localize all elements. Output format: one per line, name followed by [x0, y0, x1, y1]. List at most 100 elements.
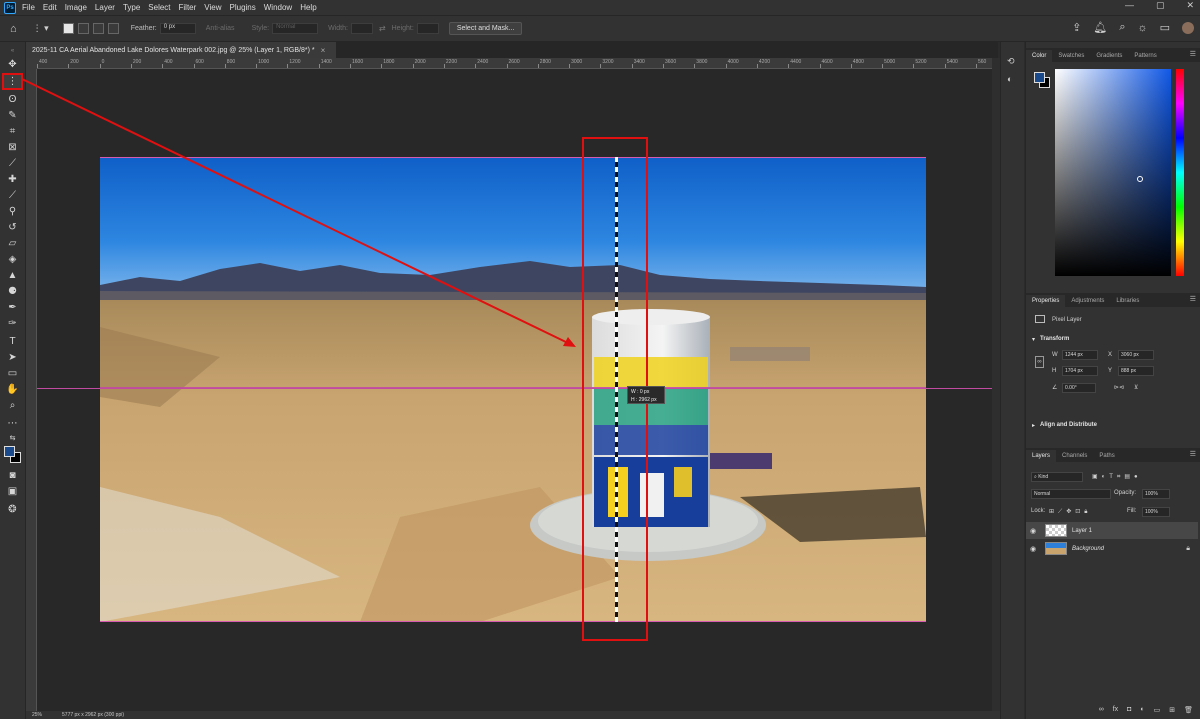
delete-layer-icon[interactable]: 🗑︎: [1184, 706, 1193, 718]
menu-view[interactable]: View: [204, 3, 221, 12]
collapse-icon[interactable]: «: [4, 44, 21, 58]
paint-bucket-tool-icon[interactable]: ◈: [4, 252, 21, 266]
adjustments-panel-icon[interactable]: ◐: [1007, 74, 1012, 84]
layer-row-layer-1[interactable]: ◉ Layer 1: [1026, 522, 1198, 539]
healing-brush-tool-icon[interactable]: ✚: [4, 172, 21, 186]
kind-filter-select[interactable]: ⌕ Kind: [1031, 472, 1083, 482]
layer-row-background[interactable]: ◉ Background 🔒︎: [1026, 540, 1198, 557]
history-brush-tool-icon[interactable]: ↺: [4, 220, 21, 234]
tab-swatches[interactable]: Swatches: [1052, 50, 1090, 62]
dodge-tool-icon[interactable]: ⚈: [4, 284, 21, 298]
pen-tool-icon[interactable]: ✒: [4, 300, 21, 314]
quick-mask-icon[interactable]: ◙: [4, 468, 21, 482]
bell-icon[interactable]: 🔔︎: [1093, 21, 1107, 34]
select-and-mask-button[interactable]: Select and Mask...: [448, 22, 523, 35]
more-tools-icon[interactable]: ⋯: [4, 416, 21, 430]
layers-panel-menu-icon[interactable]: ☰: [1190, 450, 1196, 458]
close-document-icon[interactable]: ×: [321, 46, 326, 55]
canvas-area[interactable]: W : 0 px H : 2962 px: [37, 69, 992, 711]
add-mask-icon[interactable]: ◘: [1127, 706, 1131, 718]
color-field[interactable]: [1055, 69, 1171, 276]
horizontal-guide[interactable]: [37, 388, 992, 389]
menu-type[interactable]: Type: [123, 3, 140, 12]
tab-layers[interactable]: Layers: [1026, 450, 1057, 462]
height-input[interactable]: [416, 23, 439, 34]
search-icon[interactable]: ⌕: [1119, 21, 1125, 34]
generative-icon[interactable]: ❂: [4, 502, 21, 516]
close-window-button[interactable]: ✕: [1186, 0, 1194, 11]
menu-plugins[interactable]: Plugins: [230, 3, 256, 12]
x-field[interactable]: 3060 px: [1118, 350, 1154, 360]
y-field[interactable]: 888 px: [1118, 366, 1154, 376]
adjustment-layer-icon[interactable]: ◐: [1140, 706, 1144, 718]
menu-help[interactable]: Help: [300, 3, 316, 12]
document-tab[interactable]: 2025-11 CA Aerial Abandoned Lake Dolores…: [26, 42, 336, 58]
clone-stamp-tool-icon[interactable]: ⚲: [4, 204, 21, 218]
crop-tool-icon[interactable]: ⌗: [4, 124, 21, 138]
lock-icons[interactable]: ⊞⟋✥⊡🔒︎: [1049, 508, 1091, 516]
menu-window[interactable]: Window: [264, 3, 292, 12]
foreground-color-swatch[interactable]: [4, 446, 15, 457]
minimize-button[interactable]: —: [1125, 0, 1134, 11]
subtract-selection-icon[interactable]: [92, 23, 104, 34]
tool-preset-icon[interactable]: ⋮ ▾: [33, 23, 49, 34]
flip-vertical-icon[interactable]: ⊻: [1134, 384, 1138, 391]
pen-tool-2-icon[interactable]: ✑: [4, 316, 21, 330]
tab-properties[interactable]: Properties: [1026, 295, 1066, 307]
tab-color[interactable]: Color: [1026, 50, 1053, 62]
discover-icon[interactable]: ☼: [1138, 22, 1148, 34]
tab-libraries[interactable]: Libraries: [1110, 295, 1145, 307]
hand-tool-icon[interactable]: ✋: [4, 382, 21, 396]
intersect-selection-icon[interactable]: [107, 23, 119, 34]
eraser-tool-icon[interactable]: ▱: [4, 236, 21, 250]
swap-icon[interactable]: ⇄: [379, 24, 386, 33]
frame-tool-icon[interactable]: ⊠: [4, 140, 21, 154]
brush-tool-icon[interactable]: ⟋: [4, 188, 21, 202]
tab-channels[interactable]: Channels: [1056, 450, 1093, 462]
vertical-ruler[interactable]: [26, 69, 37, 711]
document-image[interactable]: [100, 157, 926, 622]
tab-gradients[interactable]: Gradients: [1090, 50, 1128, 62]
fill-field[interactable]: 100%: [1142, 507, 1170, 517]
layer-name[interactable]: Background: [1072, 546, 1104, 552]
properties-panel-menu-icon[interactable]: ☰: [1190, 295, 1196, 303]
type-tool-icon[interactable]: T: [4, 334, 21, 348]
angle-field[interactable]: 0.00°: [1062, 383, 1096, 393]
new-layer-icon[interactable]: ⊞: [1169, 706, 1175, 718]
vertical-scrollbar[interactable]: [992, 58, 1000, 711]
history-panel-icon[interactable]: ⟲: [1007, 56, 1015, 67]
eyedropper-tool-icon[interactable]: ⟋: [4, 156, 21, 170]
share-icon[interactable]: ⇪: [1072, 21, 1081, 34]
menu-file[interactable]: File: [22, 3, 35, 12]
layer-name[interactable]: Layer 1: [1072, 528, 1092, 534]
zoom-level[interactable]: 25%: [32, 712, 42, 718]
fx-icon[interactable]: fx: [1113, 706, 1118, 718]
flip-horizontal-icon[interactable]: ⊳⊲: [1114, 384, 1124, 391]
tab-patterns[interactable]: Patterns: [1128, 50, 1162, 62]
screen-mode-icon[interactable]: ▣: [4, 484, 21, 498]
hue-slider[interactable]: [1176, 69, 1184, 276]
layer-filter-icons[interactable]: ▣◐T⌗▤●: [1092, 473, 1142, 481]
color-panel-menu-icon[interactable]: ☰: [1190, 50, 1196, 58]
panel-foreground-swatch[interactable]: [1034, 72, 1045, 83]
style-select[interactable]: Normal: [272, 23, 319, 34]
single-column-marquee-tool-icon[interactable]: ⋮: [2, 73, 23, 90]
transform-chevron-icon[interactable]: ▾: [1032, 336, 1035, 343]
align-distribute-label[interactable]: Align and Distribute: [1040, 422, 1097, 428]
visibility-eye-icon[interactable]: ◉: [1026, 545, 1040, 553]
menu-layer[interactable]: Layer: [95, 3, 115, 12]
tab-adjustments[interactable]: Adjustments: [1065, 295, 1110, 307]
menu-filter[interactable]: Filter: [179, 3, 197, 12]
link-icon[interactable]: ∞: [1035, 356, 1044, 368]
zoom-tool-icon[interactable]: ⌕: [4, 398, 21, 412]
horizontal-ruler[interactable]: 400 200 0 200 400 600 800 1000 1200 1400 1600 1800 2…: [37, 58, 992, 69]
blur-tool-icon[interactable]: ▲: [4, 268, 21, 282]
new-group-icon[interactable]: ▭: [1154, 706, 1161, 718]
menu-image[interactable]: Image: [65, 3, 87, 12]
feather-input[interactable]: 0 px: [159, 23, 196, 34]
move-tool-icon[interactable]: ✥: [4, 57, 21, 71]
account-icon[interactable]: [1182, 21, 1194, 34]
quick-selection-tool-icon[interactable]: ✎: [4, 108, 21, 122]
swap-colors-icon[interactable]: ⇆: [4, 431, 21, 445]
lasso-tool-icon[interactable]: ʘ: [4, 92, 21, 106]
